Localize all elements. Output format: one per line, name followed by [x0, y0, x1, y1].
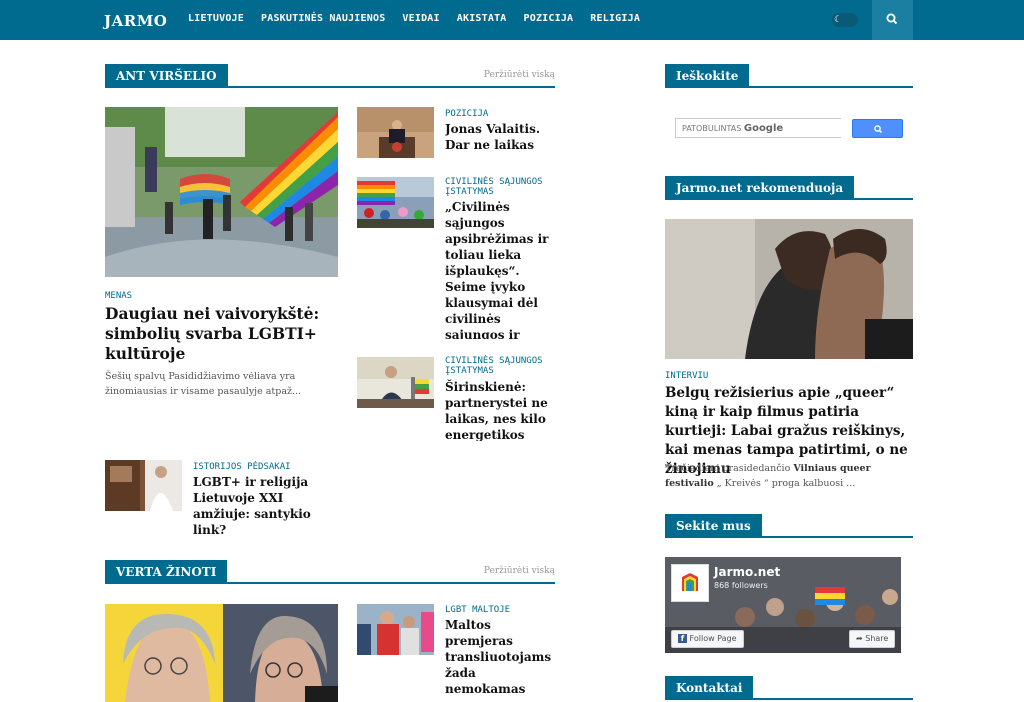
facebook-icon: f — [678, 634, 687, 643]
section-label: Sekite mus — [665, 514, 762, 538]
lead-article-category[interactable]: MENAS — [105, 291, 132, 301]
lead-article-title[interactable]: Daugiau nei vaivorykštė: simbolių svarba… — [105, 304, 340, 364]
fb-page-avatar[interactable] — [671, 564, 709, 602]
nav-search-button[interactable] — [872, 0, 913, 40]
section-ant-virselio-header: ANT VIRŠELIO Peržiūrėti viską — [105, 64, 555, 88]
excerpt-text: Trečiadienį prasidedančio — [665, 463, 794, 474]
article-category[interactable]: CIVILINĖS SĄJUNGOS ĮSTATYMAS — [445, 356, 555, 376]
site-logo[interactable]: JARMO — [104, 12, 167, 30]
article-category[interactable]: ISTORIJOS PĖDSAKAI — [193, 462, 291, 472]
article-category[interactable]: LGBT MALTOJE — [445, 605, 510, 615]
menu-item-lietuvoje[interactable]: LIETUVOJE — [188, 13, 244, 24]
recommended-excerpt: Trečiadienį prasidedančio Vilniaus queer… — [665, 461, 913, 491]
google-search-input[interactable]: PATOBULINTAS Google — [675, 118, 841, 138]
section-label: VERTA ŽINOTI — [105, 560, 228, 584]
article-thumb[interactable] — [357, 107, 434, 158]
section-label: ANT VIRŠELIO — [105, 64, 228, 88]
article-category[interactable]: POZICIJA — [445, 109, 488, 119]
menu-item-veidai[interactable]: VEIDAI — [402, 13, 439, 24]
sidebar-recommend-header: Jarmo.net rekomenduoja — [665, 176, 913, 200]
article-title[interactable]: „Civilinės sąjungos apsibrėžimas ir toli… — [445, 199, 557, 339]
section-label: Kontaktai — [665, 676, 754, 700]
article-thumb[interactable] — [357, 357, 434, 408]
menu-item-paskutines-naujienos[interactable]: PASKUTINĖS NAUJIENOS — [261, 13, 385, 24]
google-brand: Google — [743, 123, 784, 134]
fb-follow-label: Follow Page — [689, 634, 737, 643]
excerpt-text: „ Kreivės “ proga kalbuosi ... — [713, 478, 856, 489]
search-icon — [874, 125, 882, 133]
article-thumb[interactable] — [357, 604, 434, 655]
section-label: Ieškokite — [665, 64, 750, 88]
share-icon: ➦ — [856, 634, 863, 643]
verta-lead-image[interactable] — [105, 604, 338, 702]
main-menu: LIETUVOJE PASKUTINĖS NAUJIENOS VEIDAI AK… — [188, 13, 657, 24]
article-thumb[interactable] — [357, 177, 434, 228]
facebook-page-widget[interactable]: Jarmo.net 868 followers f Follow Page ➦ … — [665, 557, 901, 653]
article-category[interactable]: CIVILINĖS SĄJUNGOS ĮSTATYMAS — [445, 177, 555, 197]
recommended-article-image[interactable] — [665, 219, 913, 359]
menu-item-pozicija[interactable]: POZICIJA — [524, 13, 574, 24]
lead-article-excerpt: Šešių spalvų Pasididžiavimo vėliava yra … — [105, 371, 302, 397]
sidebar-follow-header: Sekite mus — [665, 514, 913, 538]
menu-item-akistata[interactable]: AKISTATA — [457, 13, 507, 24]
article-thumb[interactable] — [105, 460, 182, 511]
article-title[interactable]: Jonas Valaitis. Dar ne laikas — [445, 121, 555, 153]
sidebar-contacts-header: Kontaktai — [665, 676, 913, 700]
view-all-link[interactable]: Peržiūrėti viską — [484, 70, 555, 80]
sidebar-search-header: Ieškokite — [665, 64, 913, 88]
article-title[interactable]: Maltos premjeras transliuotojams žada ne… — [445, 617, 560, 697]
section-verta-zinoti-header: VERTA ŽINOTI Peržiūrėti viską — [105, 560, 555, 584]
moon-icon: ☾ — [834, 15, 843, 25]
top-navbar: JARMO LIETUVOJE PASKUTINĖS NAUJIENOS VEI… — [0, 0, 1024, 40]
dark-mode-toggle[interactable]: ☾ — [832, 13, 858, 27]
search-icon — [886, 13, 898, 25]
search-placeholder: PATOBULINTAS — [682, 124, 742, 133]
recommended-category[interactable]: INTERVIU — [665, 371, 708, 381]
article-title[interactable]: LGBT+ ir religija Lietuvoje XXI amžiuje:… — [193, 474, 313, 538]
fb-followers: 868 followers — [714, 581, 768, 590]
menu-item-religija[interactable]: RELIGIJA — [590, 13, 640, 24]
view-all-link[interactable]: Peržiūrėti viską — [484, 566, 555, 576]
lead-article-image[interactable] — [105, 107, 338, 277]
fb-follow-button[interactable]: f Follow Page — [671, 630, 744, 648]
fb-share-label: Share — [865, 634, 889, 643]
section-label: Jarmo.net rekomenduoja — [665, 176, 855, 200]
article-title[interactable]: Širinskienė: partnerystei ne laikas, nes… — [445, 379, 555, 441]
fb-page-name[interactable]: Jarmo.net — [714, 565, 780, 579]
fb-share-button[interactable]: ➦ Share — [849, 630, 896, 648]
google-search-button[interactable] — [852, 119, 903, 138]
